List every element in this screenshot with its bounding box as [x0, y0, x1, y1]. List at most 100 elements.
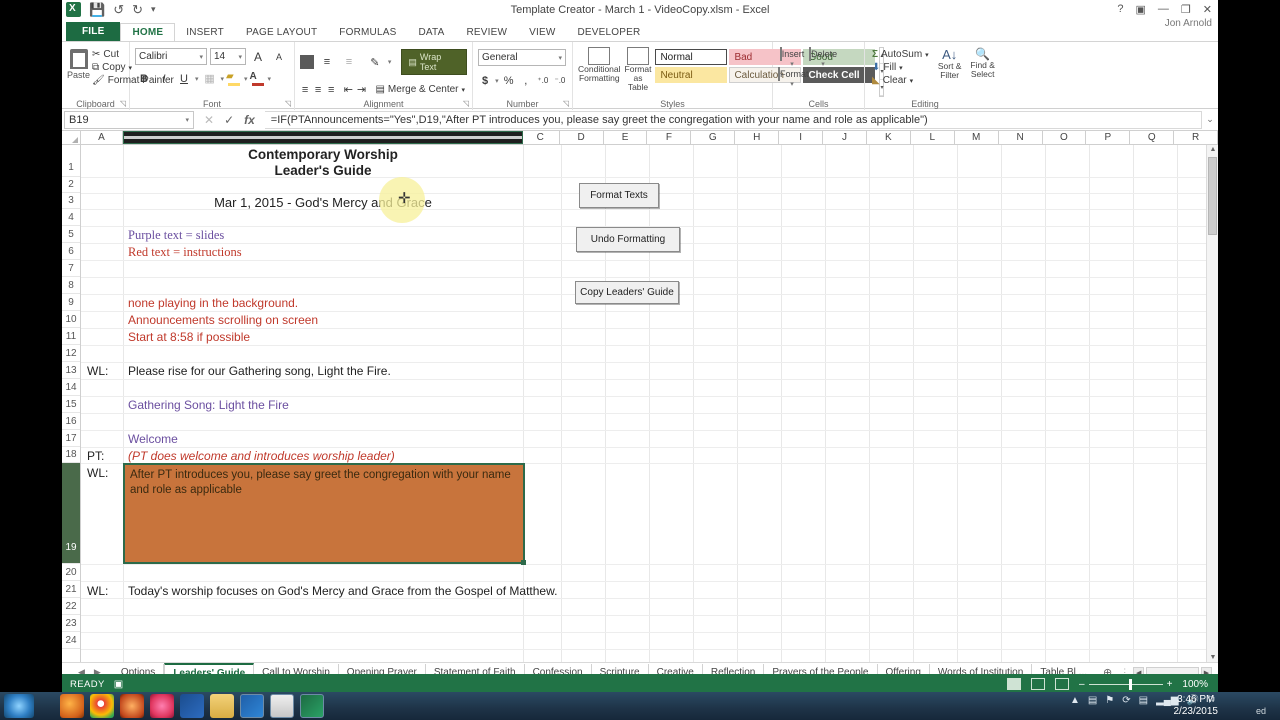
column-header-O[interactable]: O [1043, 131, 1087, 144]
cell-A18[interactable]: PT: [87, 448, 104, 464]
cell-area[interactable]: Contemporary Worship Leader's Guide Mar … [81, 145, 1218, 662]
row-header-2[interactable]: 2 [62, 177, 80, 193]
cell-B9[interactable]: none playing in the background. [128, 295, 298, 311]
column-header-J[interactable]: J [823, 131, 867, 144]
row-header-19[interactable]: 19 [62, 463, 80, 564]
bold-button[interactable]: B [135, 70, 153, 87]
borders-button[interactable]: ▦ [201, 70, 219, 87]
cancel-formula-icon[interactable]: ✕ [204, 113, 214, 127]
column-header-R[interactable]: R [1174, 131, 1218, 144]
start-button[interactable] [4, 694, 34, 718]
cell-B6[interactable]: Red text = instructions [128, 244, 242, 260]
cell-style-normal[interactable]: Normal [655, 49, 728, 65]
minimize-button[interactable]: — [1158, 3, 1169, 16]
cell-B11[interactable]: Start at 8:58 if possible [128, 329, 250, 345]
view-page-layout-button[interactable] [1031, 678, 1046, 690]
tray-sync-icon[interactable]: ⟳ [1122, 695, 1130, 706]
conditional-formatting-button[interactable]: Conditional Formatting [578, 47, 621, 97]
ribbon-display-options-icon[interactable]: ▣ [1136, 3, 1146, 16]
row-header-16[interactable]: 16 [62, 413, 80, 430]
cell-B18[interactable]: (PT does welcome and introduces worship … [128, 448, 395, 464]
taskbar-app-lync-icon[interactable] [240, 694, 264, 718]
cell-B1-line2[interactable]: Leader's Guide [123, 163, 523, 178]
name-box-dropdown-icon[interactable]: ▾ [185, 116, 189, 124]
view-normal-button[interactable] [1007, 678, 1022, 690]
fill-color-button[interactable]: ▰ [226, 70, 242, 87]
increase-indent-button[interactable]: ⇥ [356, 81, 366, 98]
ribbon-tab-bar[interactable]: FILE HOME INSERT PAGE LAYOUT FORMULAS DA… [62, 22, 1218, 41]
row-header-13[interactable]: 13 [62, 362, 80, 379]
format-texts-button[interactable]: Format Texts [579, 183, 659, 208]
italic-button[interactable]: I [155, 70, 173, 87]
help-icon[interactable]: ? [1117, 3, 1123, 16]
shrink-font-button[interactable]: A [270, 48, 288, 65]
row-header-21[interactable]: 21 [62, 581, 80, 598]
insert-dropdown-icon[interactable]: ▾ [778, 60, 806, 68]
ribbon-tab-home[interactable]: HOME [120, 23, 176, 41]
row-header-8[interactable]: 8 [62, 277, 80, 294]
fill-handle[interactable] [521, 560, 526, 565]
align-middle-button[interactable]: ≡ [318, 54, 336, 71]
zoom-in-button[interactable]: + [1167, 679, 1173, 690]
number-format-select[interactable]: General ▾ [478, 49, 566, 66]
column-header-K[interactable]: K [867, 131, 911, 144]
taskbar-app-firefox-icon[interactable] [60, 694, 84, 718]
column-header-P[interactable]: P [1086, 131, 1131, 144]
column-header-M[interactable]: M [955, 131, 999, 144]
undo-formatting-button[interactable]: Undo Formatting [576, 227, 680, 252]
decrease-indent-button[interactable]: ⇤ [343, 81, 353, 98]
column-header-I[interactable]: I [779, 131, 824, 144]
align-top-button[interactable] [300, 55, 314, 69]
align-center-button[interactable]: ≡ [313, 81, 323, 98]
font-name-dropdown-icon[interactable]: ▾ [199, 53, 203, 61]
formula-input[interactable]: =IF(PTAnnouncements="Yes",D19,"After PT … [264, 110, 1202, 129]
taskbar-app-excel-icon[interactable] [300, 694, 324, 718]
ribbon-tab-file[interactable]: FILE [66, 22, 121, 41]
row-header-9[interactable]: 9 [62, 294, 80, 311]
taskbar-app-chrome-icon[interactable] [90, 694, 114, 718]
row-header-6[interactable]: 6 [62, 243, 80, 260]
font-color-dropdown-icon[interactable]: ▾ [268, 75, 272, 83]
taskbar-app-media-player-icon[interactable] [120, 694, 144, 718]
percent-format-button[interactable]: % [502, 72, 516, 89]
tray-app-icon[interactable]: ▤ [1088, 695, 1097, 706]
font-name-input[interactable]: Calibri ▾ [135, 48, 207, 65]
zoom-out-button[interactable]: – [1079, 679, 1085, 690]
row-header-15[interactable]: 15 [62, 396, 80, 413]
ribbon-tab-data[interactable]: DATA [407, 24, 455, 41]
scroll-up-icon[interactable]: ▲ [1209, 146, 1217, 153]
font-dialog-launcher[interactable]: ◹ [285, 99, 291, 108]
row-header-17[interactable]: 17 [62, 430, 80, 447]
row-header-5[interactable]: 5 [62, 226, 80, 243]
alignment-dialog-launcher[interactable]: ◹ [463, 99, 469, 108]
cell-B1-line1[interactable]: Contemporary Worship [123, 146, 523, 162]
ribbon-tab-formulas[interactable]: FORMULAS [328, 24, 407, 41]
autosum-button[interactable]: Σ AutoSum ▾ [870, 48, 931, 61]
merge-dropdown-icon[interactable]: ▾ [462, 86, 466, 94]
insert-function-icon[interactable]: fx [244, 113, 255, 127]
row-header-20[interactable]: 20 [62, 564, 80, 581]
row-header-11[interactable]: 11 [62, 328, 80, 345]
taskbar-app-photos-icon[interactable] [150, 694, 174, 718]
sort-and-filter-button[interactable]: A↓ Sort & Filter [935, 47, 965, 87]
cell-A19[interactable]: WL: [87, 465, 108, 481]
column-header-Q[interactable]: Q [1130, 131, 1175, 144]
row-header-14[interactable]: 14 [62, 379, 80, 396]
macro-record-icon[interactable]: ▣ [114, 679, 123, 690]
cell-B17[interactable]: Welcome [128, 431, 178, 447]
name-box[interactable]: B19 ▾ [64, 110, 194, 129]
column-header-A[interactable]: A [81, 131, 123, 144]
font-size-dropdown-icon[interactable]: ▾ [238, 53, 242, 61]
merge-and-center-button[interactable]: ▤ Merge & Center ▾ [373, 83, 467, 96]
format-cells-button[interactable]: Format ▾ [778, 67, 809, 88]
cell-B13[interactable]: Please rise for our Gathering song, Ligh… [128, 363, 391, 379]
close-button[interactable]: ✕ [1203, 3, 1212, 16]
vertical-scrollbar[interactable]: ▲ ▼ [1206, 145, 1218, 662]
align-bottom-button[interactable]: ≡ [340, 54, 358, 71]
ribbon-tab-page-layout[interactable]: PAGE LAYOUT [235, 24, 328, 41]
zoom-thumb[interactable] [1128, 678, 1132, 690]
row-header-3[interactable]: 3 [62, 193, 80, 209]
format-as-table-button[interactable]: Format as Table [625, 47, 651, 97]
ribbon-tab-view[interactable]: VIEW [518, 24, 566, 41]
tray-security-icon[interactable]: ⚑ [1105, 695, 1114, 706]
